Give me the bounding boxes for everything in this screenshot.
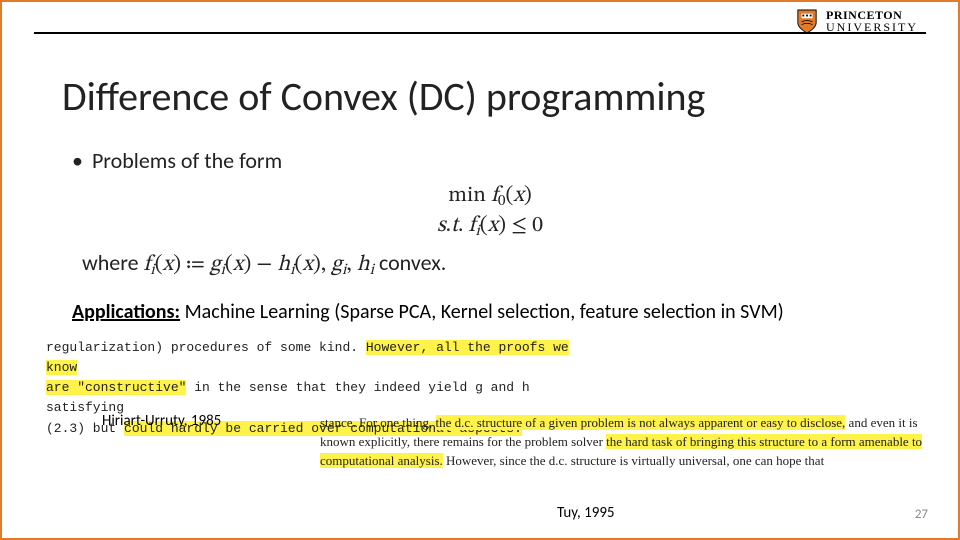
where-prefix: where [82,249,144,276]
math-line2: s.t. fi(x) ≤ 0 [62,212,918,242]
page-number: 27 [915,507,928,522]
applications-label: Applications: [72,300,180,324]
top-rule [34,32,926,36]
applications-text: Machine Learning (Sparse PCA, Kernel sel… [180,300,784,324]
slide: Princeton University Difference of Conve… [0,0,960,540]
math-objective: min f0(x) s.t. fi(x) ≤ 0 [62,182,918,241]
paper-excerpt-2: stance. For one thing, the d.c. structur… [320,414,934,471]
where-clause: where fi(x) ≔ gi(x) − hi(x), gi, hi conv… [82,249,918,280]
slide-body: Problems of the form min f0(x) s.t. fi(x… [62,147,918,324]
s2-hl-a: the d.c. structure of a given problem is… [436,415,846,430]
citation-1: Hiriart-Urruty, 1985 [102,412,221,430]
s2-plain-c: However, since the d.c. structure is vir… [443,453,824,468]
shield-icon [796,8,818,34]
s1-hl-b: are "constructive" [46,380,186,395]
math-line1: min f0(x) [62,182,918,212]
slide-title: Difference of Convex (DC) programming [62,72,705,121]
citation-2: Tuy, 1995 [557,504,615,522]
s2-plain-a: stance. For one thing, [320,415,436,430]
logo-text: Princeton University [826,9,918,33]
university-logo: Princeton University [796,8,918,34]
where-formula: fi(x) ≔ gi(x) − hi(x), gi, hi [144,254,374,276]
bullet-problems: Problems of the form [72,147,918,174]
where-suffix: convex. [374,249,446,276]
s1-plain-a: regularization) procedures of some kind. [46,340,366,355]
applications-line: Applications: Machine Learning (Sparse P… [72,300,918,324]
